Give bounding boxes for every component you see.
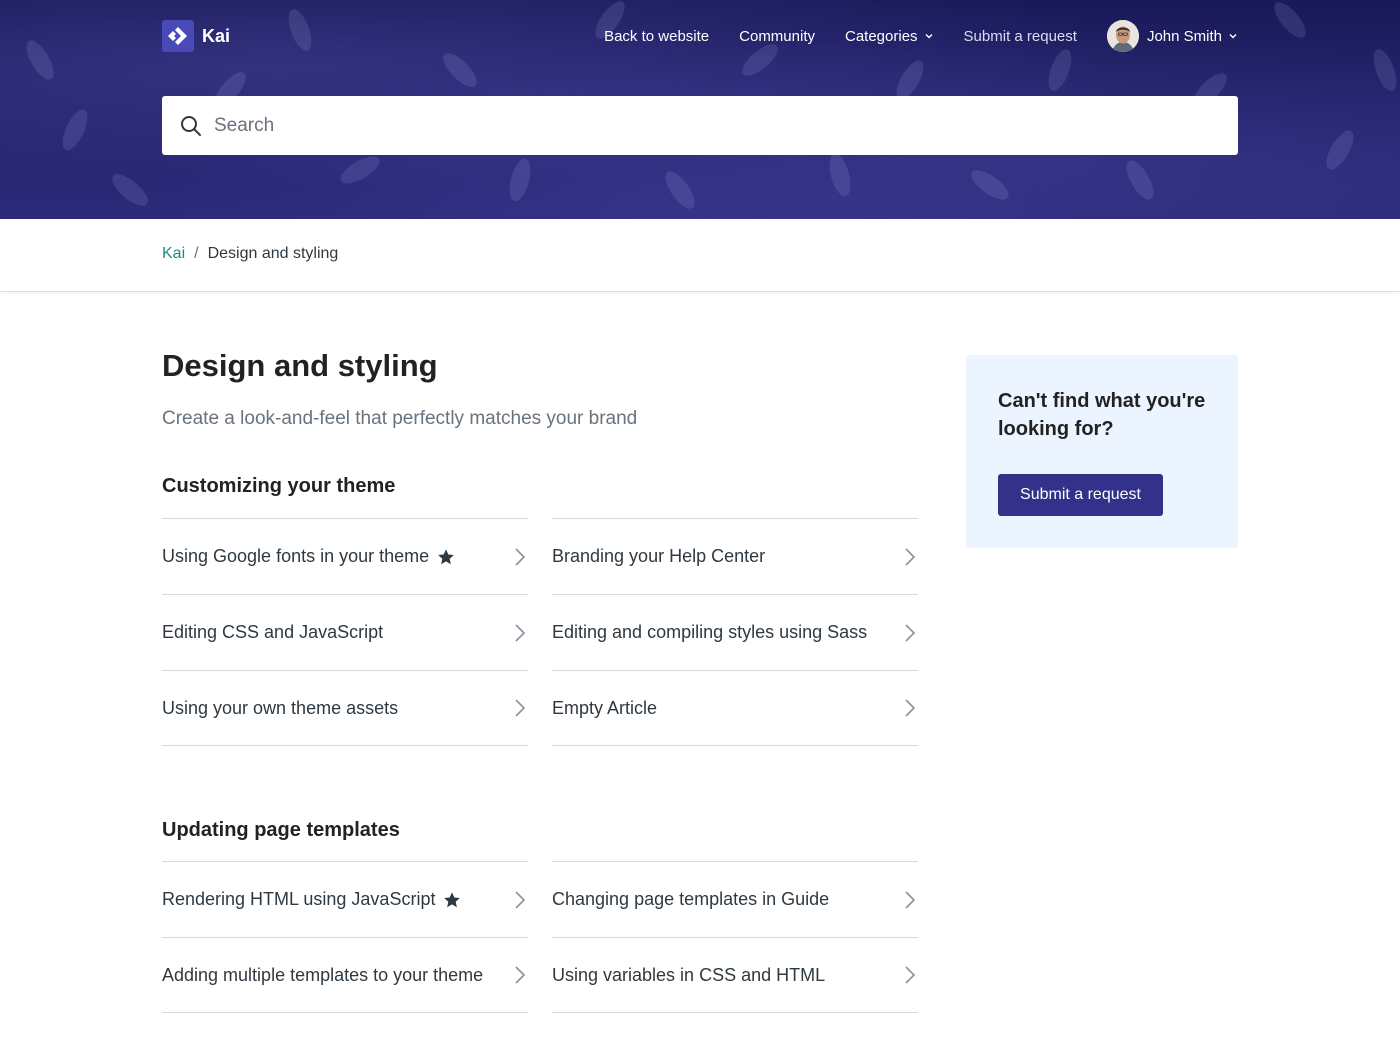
brand-logo[interactable]: Kai [162,20,230,52]
breadcrumb: Kai / Design and styling [162,245,338,263]
article-link[interactable]: Using variables in CSS and HTML [552,937,918,1013]
page-title: Design and styling [162,348,438,383]
logo-icon [162,20,194,52]
article-link[interactable]: Editing and compiling styles using Sass [552,594,918,670]
section-title[interactable]: Updating page templates [162,819,400,842]
nav-categories-label: Categories [845,27,918,45]
submit-request-button[interactable]: Submit a request [998,474,1163,516]
chevron-right-icon [515,966,526,984]
star-icon [438,548,454,564]
article-title-text: Using Google fonts in your theme [162,546,430,566]
article-title: Branding your Help Center [552,546,766,566]
user-name: John Smith [1146,27,1222,45]
article-title: Editing and compiling styles using Sass [552,622,868,642]
breadcrumb-bar: Kai / Design and styling [0,219,1400,292]
breadcrumb-current: Design and styling [207,245,339,262]
hero-banner: Kai Back to website Community Categories… [0,0,1400,219]
article-link[interactable]: Changing page templates in Guide [552,861,918,937]
star-icon [444,891,461,907]
top-nav: Back to website Community Categories Sub… [574,20,1238,52]
article-title: Rendering HTML using JavaScript [162,889,461,910]
article-title: Editing CSS and JavaScript [162,622,384,642]
article-title: Using variables in CSS and HTML [552,964,826,985]
chevron-right-icon [515,699,526,717]
article-link[interactable]: Branding your Help Center [552,518,918,594]
chevron-right-icon [515,547,526,566]
article-title: Empty Article [552,697,658,718]
user-menu[interactable]: John Smith [1106,20,1238,52]
article-title: Using Google fonts in your theme [162,546,455,567]
article-title: Adding multiple templates to your theme [162,964,484,985]
help-callout: Can't find what you're looking for? Subm… [966,355,1238,548]
breadcrumb-separator: / [194,245,199,262]
breadcrumb-root[interactable]: Kai [162,245,185,263]
callout-title: Can't find what you're looking for? [998,390,1206,440]
chevron-right-icon [515,623,526,642]
chevron-right-icon [905,623,916,642]
chevron-down-icon [925,34,933,39]
chevron-right-icon [905,966,916,984]
article-link[interactable]: Empty Article [552,670,918,746]
avatar [1106,20,1139,52]
article-title-text: Rendering HTML using JavaScript [162,889,436,909]
article-title: Changing page templates in Guide [552,889,830,909]
section-title[interactable]: Customizing your theme [162,475,395,498]
chevron-right-icon [905,890,916,909]
brand-name: Kai [202,25,231,46]
article-link[interactable]: Rendering HTML using JavaScript [162,861,528,937]
chevron-down-icon [1229,34,1237,39]
article-link[interactable]: Editing CSS and JavaScript [162,594,528,670]
nav-back-to-website[interactable]: Back to website [604,28,709,45]
article-title: Using your own theme assets [162,697,399,718]
nav-submit-request[interactable]: Submit a request [964,28,1077,45]
article-link[interactable]: Using your own theme assets [162,670,528,746]
chevron-right-icon [905,699,916,717]
nav-community[interactable]: Community [739,28,815,45]
search-placeholder: Search [214,114,275,136]
chevron-right-icon [905,547,916,566]
search-icon [181,115,201,136]
article-link[interactable]: Using Google fonts in your theme [162,518,528,594]
nav-categories-dropdown[interactable]: Categories [845,28,934,45]
article-link[interactable]: Adding multiple templates to your theme [162,937,528,1013]
search-input[interactable]: Search [162,96,1238,155]
chevron-right-icon [515,890,526,909]
page-description: Create a look-and-feel that perfectly ma… [162,408,638,429]
